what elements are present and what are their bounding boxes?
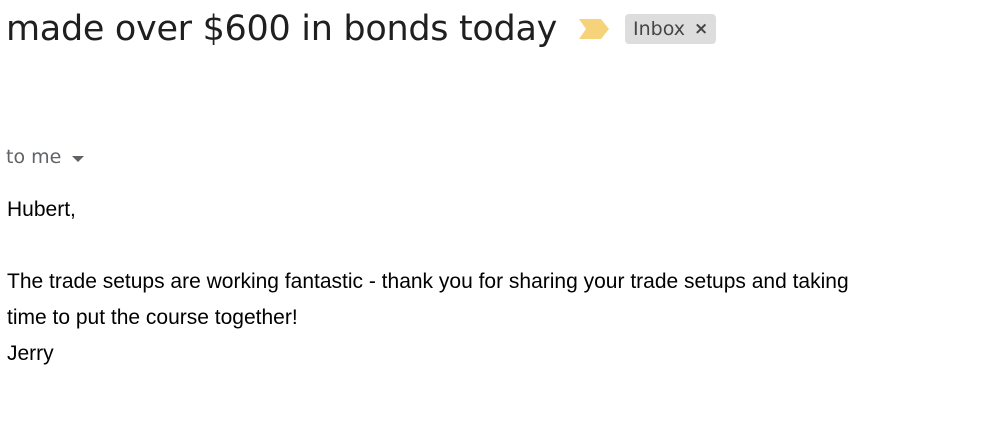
subject-row: made over $600 in bonds today Inbox × xyxy=(6,6,717,52)
email-body-line: The trade setups are working fantastic -… xyxy=(7,270,849,293)
email-greeting: Hubert, xyxy=(7,198,76,221)
label-text: Inbox xyxy=(633,18,686,40)
email-subject: made over $600 in bonds today xyxy=(6,9,558,49)
recipient-text: to me xyxy=(6,146,62,168)
remove-label-icon[interactable]: × xyxy=(694,20,708,38)
recipient-details-toggle[interactable]: to me xyxy=(6,144,85,170)
inbox-label-chip[interactable]: Inbox × xyxy=(625,14,717,44)
email-body: Hubert, The trade setups are working fan… xyxy=(7,192,967,372)
importance-marker-icon[interactable] xyxy=(579,19,610,39)
chevron-down-icon xyxy=(72,155,85,162)
email-signature: Jerry xyxy=(7,342,54,365)
email-body-line: time to put the course together! xyxy=(7,306,298,329)
